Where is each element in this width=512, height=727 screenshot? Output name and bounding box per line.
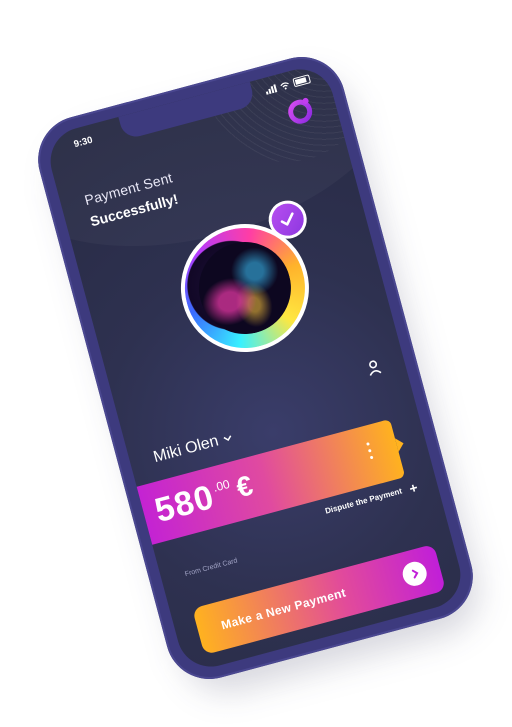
recipient-selector[interactable]: Miki Olen bbox=[152, 429, 235, 467]
check-icon bbox=[280, 212, 294, 226]
amount-card: 580 .00 € bbox=[125, 418, 406, 548]
more-vertical-icon[interactable] bbox=[366, 442, 374, 460]
chevron-right-icon bbox=[399, 559, 430, 589]
stage: 9:30 Payment Sent Successfully! Miki Ole… bbox=[0, 0, 512, 727]
payment-amount: 580 .00 € bbox=[151, 467, 258, 532]
person-icon[interactable] bbox=[365, 358, 383, 377]
amount-decimal: .00 bbox=[211, 476, 232, 495]
app-screen: 9:30 Payment Sent Successfully! Miki Ole… bbox=[43, 61, 468, 675]
amount-integer: 580 bbox=[150, 477, 219, 531]
phone-mockup: 9:30 Payment Sent Successfully! Miki Ole… bbox=[28, 47, 490, 703]
payment-source: From Credit Card bbox=[184, 557, 239, 579]
plus-icon bbox=[409, 484, 417, 492]
cta-label: Make a New Payment bbox=[219, 585, 348, 633]
recipient-name: Miki Olen bbox=[151, 432, 221, 467]
amount-currency: € bbox=[232, 469, 257, 504]
chevron-down-icon bbox=[223, 435, 232, 442]
